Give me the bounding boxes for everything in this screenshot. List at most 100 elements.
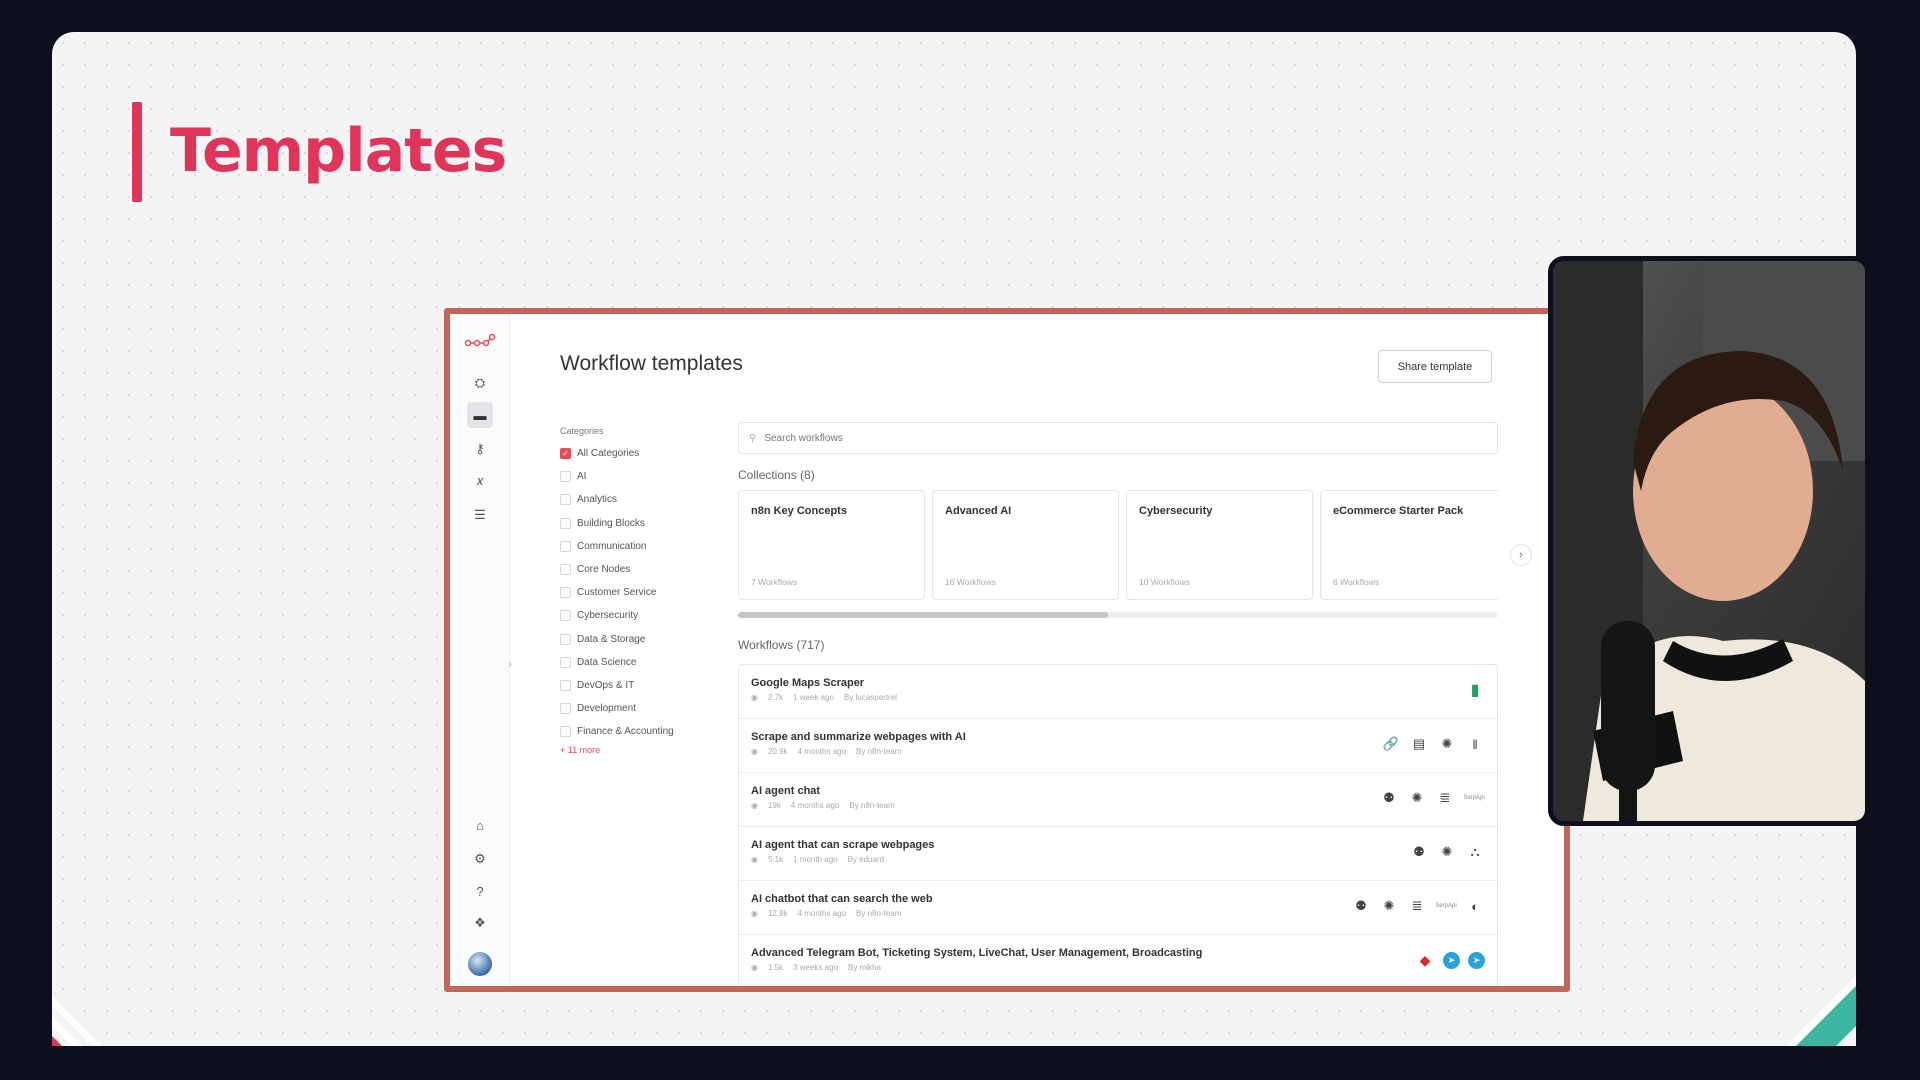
category-item[interactable]: Core Nodes [560, 558, 710, 581]
webcam-video [1548, 256, 1870, 826]
category-checkbox[interactable] [560, 633, 571, 645]
chevron-right-icon[interactable]: › [1510, 544, 1532, 566]
document-icon: ▤ [1412, 736, 1426, 751]
category-item[interactable]: Finance & Accounting [560, 720, 710, 743]
title-accent-bar [132, 102, 142, 202]
workflow-views: 20.9k [767, 747, 788, 756]
avatar[interactable] [468, 952, 492, 976]
workflow-row[interactable]: Scrape and summarize webpages with AI ◉ 20… [739, 719, 1497, 773]
home-icon[interactable]: ⌂ [467, 812, 493, 838]
settings-gear-icon[interactable]: ⚙ [467, 846, 493, 872]
workflows-icon[interactable]: ⛭ [467, 370, 493, 396]
category-checkbox[interactable] [560, 494, 571, 506]
help-icon[interactable]: ? [467, 878, 493, 904]
search-input[interactable] [764, 432, 1465, 444]
workflow-row[interactable]: Advanced Telegram Bot, Ticketing System,… [739, 935, 1497, 986]
workflow-name: AI chatbot that can search the web [751, 893, 933, 905]
category-label: Development [577, 703, 636, 715]
category-label: DevOps & IT [577, 679, 635, 691]
workflow-node-icons: ⚉ ✺ ≣ SerpApi [1379, 788, 1485, 808]
collection-name: n8n Key Concepts [751, 505, 847, 517]
workflow-author: By mikha [848, 963, 881, 972]
category-label: Finance & Accounting [577, 726, 674, 738]
openai-icon: ✺ [1411, 790, 1423, 805]
category-item[interactable]: Development [560, 697, 710, 720]
category-label: Communication [577, 540, 647, 552]
workflow-age: 4 months ago [790, 801, 840, 810]
workflow-name: AI agent that can scrape webpages [751, 839, 935, 851]
category-item[interactable]: Communication [560, 535, 710, 558]
category-item[interactable]: Building Blocks [560, 512, 710, 535]
database-icon: ≣ [1439, 790, 1451, 805]
collection-card[interactable]: eCommerce Starter Pack 6 Workflows [1320, 490, 1498, 600]
serpapi-icon: SerpApi [1435, 903, 1457, 909]
collections-scrollbar[interactable] [738, 612, 1498, 618]
category-checkbox[interactable] [560, 703, 571, 715]
workflow-author: By n8n-team [849, 801, 895, 810]
workflow-row[interactable]: Google Maps Scraper ◉ 2.7k 1 week ago By luc… [739, 665, 1497, 719]
workflow-views: 2.7k [767, 693, 784, 702]
credentials-icon[interactable]: ⚷ [467, 436, 493, 462]
telegram-icon: ➤ [1443, 951, 1460, 969]
category-item[interactable]: ✓ All Categories [560, 442, 710, 465]
search-bar[interactable]: ⚲ [738, 422, 1498, 454]
executions-icon[interactable]: ☰ [467, 502, 493, 528]
openai-icon: ✺ [1441, 736, 1453, 751]
category-label: Cybersecurity [577, 610, 639, 622]
workflow-views: 12.9k [767, 909, 788, 918]
category-checkbox[interactable] [560, 679, 571, 691]
collection-count: 6 Workflows [1333, 577, 1380, 587]
category-checkbox[interactable] [560, 610, 571, 622]
collections-scrollbar-thumb[interactable] [738, 612, 1108, 618]
category-checkbox[interactable] [560, 726, 571, 738]
collection-count: 7 Workflows [751, 577, 798, 587]
collections-title: Collections (8) [738, 468, 815, 482]
corner-decoration-left [52, 996, 102, 1046]
category-item[interactable]: Cybersecurity [560, 604, 710, 627]
category-checkbox[interactable] [560, 564, 571, 576]
workflow-author: By lucaspertrel [844, 693, 897, 702]
category-checkbox[interactable] [560, 656, 571, 668]
category-item[interactable]: Customer Service [560, 581, 710, 604]
collection-card[interactable]: Cybersecurity 10 Workflows [1126, 490, 1313, 600]
workflow-meta: ◉ 2.7k 1 week ago By lucaspertrel [751, 693, 897, 702]
category-checkbox[interactable] [560, 517, 571, 529]
workflow-name: Google Maps Scraper [751, 677, 865, 689]
category-label: Core Nodes [577, 564, 631, 576]
share-template-button[interactable]: Share template [1378, 350, 1492, 383]
category-item[interactable]: Data & Storage [560, 628, 710, 651]
category-checkbox[interactable] [560, 587, 571, 599]
collection-card[interactable]: Advanced AI 16 Workflows [932, 490, 1119, 600]
templates-icon[interactable]: ▬ [467, 402, 493, 428]
workflow-row[interactable]: AI agent chat ◉ 19k 4 months ago By n8n-team… [739, 773, 1497, 827]
sidebar: ⛭ ▬ ⚷ 𝑥 ☰ › ⌂ ⚙ ? ❖ [450, 314, 512, 986]
robot-icon: ⚉ [1413, 844, 1425, 859]
workflow-row[interactable]: AI chatbot that can search the web ◉ 12.9k… [739, 881, 1497, 935]
category-item[interactable]: AI [560, 465, 710, 488]
category-item[interactable]: Analytics [560, 488, 710, 511]
search-icon: ⚲ [749, 432, 757, 444]
workflow-meta: ◉ 12.9k 4 months ago By n8n-team [751, 909, 901, 918]
openai-icon: ✺ [1383, 898, 1395, 913]
category-checkbox[interactable] [560, 471, 571, 483]
collections-carousel: n8n Key Concepts 7 Workflows Advanced AI 16… [738, 490, 1498, 602]
more-categories-link[interactable]: + 11 more [560, 745, 710, 755]
gift-icon[interactable]: ❖ [467, 910, 493, 936]
category-label: Data & Storage [577, 633, 646, 645]
n8n-logo-icon[interactable] [464, 332, 496, 350]
category-checkbox[interactable]: ✓ [560, 448, 571, 460]
collection-count: 10 Workflows [1139, 577, 1190, 587]
workflow-row[interactable]: AI agent that can scrape webpages ◉ 5.1k 1 … [739, 827, 1497, 881]
variables-icon[interactable]: 𝑥 [467, 468, 493, 494]
workflow-meta: ◉ 5.1k 1 month ago By eduard [751, 855, 884, 864]
sheets-icon: ▮ [1470, 682, 1480, 699]
collection-count: 16 Workflows [945, 577, 996, 587]
collection-card[interactable]: n8n Key Concepts 7 Workflows [738, 490, 925, 600]
category-item[interactable]: Data Science [560, 651, 710, 674]
category-item[interactable]: DevOps & IT [560, 674, 710, 697]
telegram-icon: ➤ [1468, 951, 1485, 969]
category-checkbox[interactable] [560, 540, 571, 552]
workflow-age: 3 weeks ago [793, 963, 839, 972]
bars-icon: ‖ [1472, 736, 1478, 752]
workflow-author: By n8n-team [856, 909, 902, 918]
